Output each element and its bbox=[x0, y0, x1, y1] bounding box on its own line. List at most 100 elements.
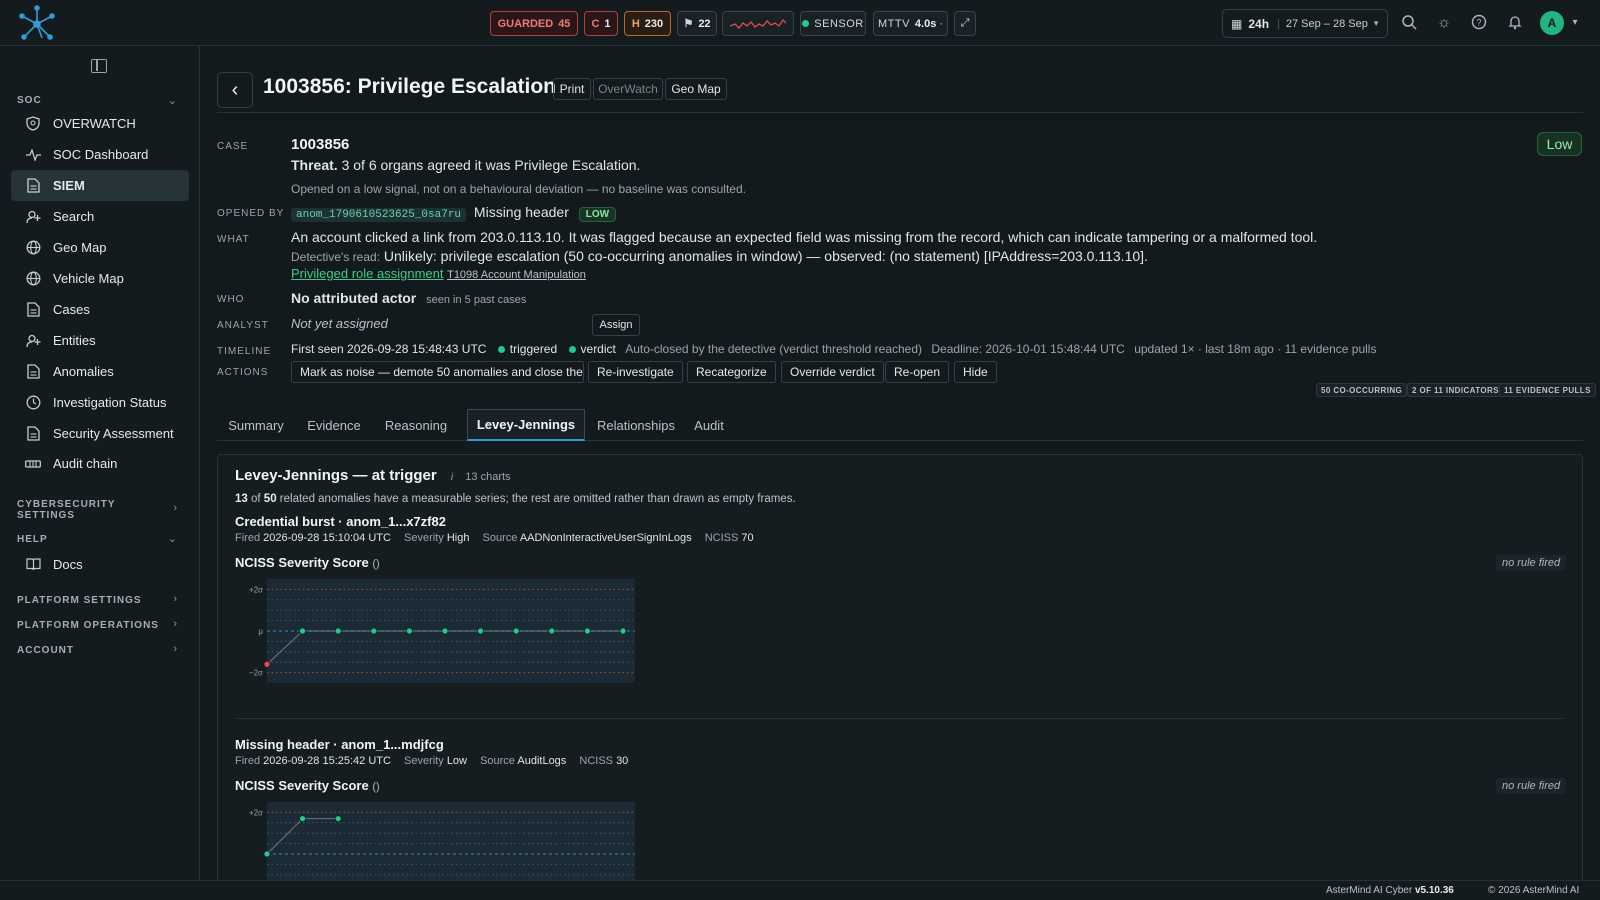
data-point bbox=[370, 627, 378, 635]
sidebar-item-security-assessment[interactable]: Security Assessment bbox=[11, 418, 189, 449]
product-name: AsterMind AI Cyber bbox=[1326, 885, 1413, 896]
sidebar-item-label: Security Assessment bbox=[53, 426, 174, 441]
info-icon[interactable]: i bbox=[451, 472, 453, 483]
sidebar-item-docs[interactable]: Docs bbox=[11, 549, 189, 580]
sidebar-item-audit-chain[interactable]: Audit chain bbox=[11, 448, 189, 479]
sidebar-item-overwatch[interactable]: OVERWATCH bbox=[11, 108, 189, 139]
mark-as-noise-button[interactable]: Mark as noise — demote 50 anomalies and … bbox=[291, 361, 584, 383]
data-point bbox=[406, 627, 413, 635]
sparkline-pill[interactable] bbox=[722, 11, 794, 36]
sidebar-item-entities[interactable]: Entities bbox=[11, 325, 189, 356]
bell-icon[interactable] bbox=[1506, 14, 1524, 32]
sidebar-item-label: Investigation Status bbox=[53, 395, 167, 410]
mttv-value: 4.0s bbox=[914, 17, 937, 30]
triggered-dot-icon bbox=[497, 346, 505, 353]
fired-label: Fired bbox=[235, 532, 261, 544]
detective-prefix: Detective's read: bbox=[291, 250, 380, 264]
astermind-logo-icon[interactable] bbox=[16, 3, 58, 45]
sensor-status-icon bbox=[802, 20, 810, 27]
sidebar-item-siem[interactable]: SIEM bbox=[11, 170, 189, 201]
sidebar-collapse-icon[interactable] bbox=[91, 59, 107, 73]
chevron-right-icon[interactable]: › bbox=[173, 593, 177, 605]
anomaly-id-link[interactable]: anom_1790610523625_0sa7ru bbox=[291, 208, 467, 222]
recategorize-button[interactable]: Recategorize bbox=[687, 361, 776, 383]
overwatch-button[interactable]: OverWatch bbox=[593, 78, 663, 100]
sidebar-item-label: Entities bbox=[53, 333, 96, 348]
sidebar-item-soc-dashboard[interactable]: SOC Dashboard bbox=[11, 139, 189, 170]
chevron-right-icon[interactable]: › bbox=[173, 643, 177, 655]
section-cybersecurity-settings[interactable]: CYBERSECURITY SETTINGS bbox=[17, 499, 167, 521]
data-point bbox=[619, 627, 627, 635]
source-label: Source bbox=[480, 755, 515, 767]
sidebar-item-anomalies[interactable]: Anomalies bbox=[11, 356, 189, 387]
tab-evidence[interactable]: Evidence bbox=[299, 409, 369, 441]
evidence-pulls-chip: 11 EVIDENCE PULLS bbox=[1499, 383, 1596, 397]
re-open-button[interactable]: Re-open bbox=[885, 361, 950, 383]
flag-pill[interactable]: ⚑ 22 bbox=[677, 11, 717, 36]
case-detail: ‹ 1003856: Privilege Escalation Print Ov… bbox=[200, 46, 1600, 880]
sidebar-item-investigation-status[interactable]: Investigation Status bbox=[11, 387, 189, 418]
levey-jennings-panel: Levey-Jennings — at trigger i 13 charts … bbox=[217, 454, 1583, 880]
theme-sun-icon[interactable]: ☼ bbox=[1435, 14, 1453, 32]
chevron-down-icon[interactable]: ⌄ bbox=[168, 532, 177, 545]
verdict-dot-icon bbox=[568, 346, 576, 353]
lj-title: Levey-Jennings — at trigger i 13 charts bbox=[235, 467, 511, 484]
tab-relationships[interactable]: Relationships bbox=[591, 409, 681, 441]
sidebar-item-cases[interactable]: Cases bbox=[11, 294, 189, 325]
who-text: No attributed actor bbox=[291, 290, 417, 306]
section-help[interactable]: HELP bbox=[17, 534, 48, 545]
sidebar-item-vehicle-map[interactable]: Vehicle Map bbox=[11, 263, 189, 294]
chart-title-text: NCISS Severity Score bbox=[235, 778, 369, 793]
geo-map-button[interactable]: Geo Map bbox=[665, 78, 727, 100]
threat-text: 3 of 6 organs agreed it was Privilege Es… bbox=[341, 157, 641, 173]
technique-link[interactable]: Privileged role assignment bbox=[291, 266, 443, 281]
avatar[interactable]: A bbox=[1540, 11, 1564, 35]
footer: AsterMind AI Cyber v5.10.36 © 2026 Aster… bbox=[0, 880, 1600, 900]
date-range-picker[interactable]: ▦ 24h | 27 Sep – 28 Sep ▾ bbox=[1222, 9, 1388, 38]
override-verdict-button[interactable]: Override verdict bbox=[781, 361, 884, 383]
print-button[interactable]: Print bbox=[553, 78, 591, 100]
mttv-caret-icon: · bbox=[939, 17, 944, 30]
critical-pill[interactable]: C 1 bbox=[584, 11, 618, 36]
sidebar-item-geo-map[interactable]: Geo Map bbox=[11, 232, 189, 263]
severity-badge: Low bbox=[1537, 132, 1582, 156]
hide-button[interactable]: Hide bbox=[954, 361, 997, 383]
tab-levey-jennings[interactable]: Levey-Jennings bbox=[467, 409, 585, 441]
nciss-value: 30 bbox=[616, 755, 629, 767]
who-value: No attributed actor seen in 5 past cases bbox=[291, 290, 526, 306]
search-icon[interactable] bbox=[1400, 14, 1418, 32]
chevron-right-icon[interactable]: › bbox=[173, 502, 177, 514]
expand-button[interactable]: ⤢ bbox=[954, 11, 976, 36]
section-platform-operations[interactable]: PLATFORM OPERATIONS bbox=[17, 620, 159, 631]
help-icon[interactable]: ? bbox=[1470, 14, 1488, 32]
sidebar-item-search[interactable]: Search bbox=[11, 201, 189, 232]
tab-summary[interactable]: Summary bbox=[217, 409, 295, 441]
tab-audit[interactable]: Audit bbox=[687, 409, 731, 441]
section-platform-settings[interactable]: PLATFORM SETTINGS bbox=[17, 595, 142, 606]
chevron-right-icon[interactable]: › bbox=[173, 618, 177, 630]
high-pill[interactable]: H 230 bbox=[624, 11, 671, 36]
detective-read: Detective's read: Unlikely: privilege es… bbox=[291, 248, 1148, 264]
assign-button[interactable]: Assign bbox=[592, 314, 640, 336]
analyst-text: Not yet assigned bbox=[291, 316, 388, 331]
section-soc[interactable]: SOC bbox=[17, 95, 42, 106]
back-button[interactable]: ‹ bbox=[217, 72, 253, 108]
indicators-chip: 2 OF 11 INDICATORS bbox=[1407, 383, 1504, 397]
account-chevron-icon[interactable]: ▾ bbox=[1566, 14, 1584, 32]
mttv-pill[interactable]: MTTV 4.0s · bbox=[873, 11, 948, 36]
analyst-label: ANALYST bbox=[217, 320, 269, 331]
lj-desc-measurable: 13 bbox=[235, 493, 248, 505]
technique-code[interactable]: T1098 Account Manipulation bbox=[447, 269, 586, 281]
lj-desc-rest: related anomalies have a measurable seri… bbox=[279, 493, 796, 505]
section-account[interactable]: ACCOUNT bbox=[17, 645, 74, 656]
lj-description: 13 of 50 related anomalies have a measur… bbox=[235, 493, 796, 505]
guarded-count: 45 bbox=[558, 17, 571, 30]
sensor-pill[interactable]: SENSOR bbox=[800, 11, 866, 36]
guarded-pill[interactable]: GUARDED 45 bbox=[490, 11, 578, 36]
sidebar-item-label: Search bbox=[53, 209, 95, 224]
chevron-down-icon[interactable]: ⌄ bbox=[168, 94, 177, 107]
re-investigate-button[interactable]: Re-investigate bbox=[588, 361, 683, 383]
data-point bbox=[548, 627, 556, 635]
lj-card-1-name: Credential burst · anom_1...x7zf82 bbox=[235, 514, 446, 529]
tab-reasoning[interactable]: Reasoning bbox=[377, 409, 455, 441]
